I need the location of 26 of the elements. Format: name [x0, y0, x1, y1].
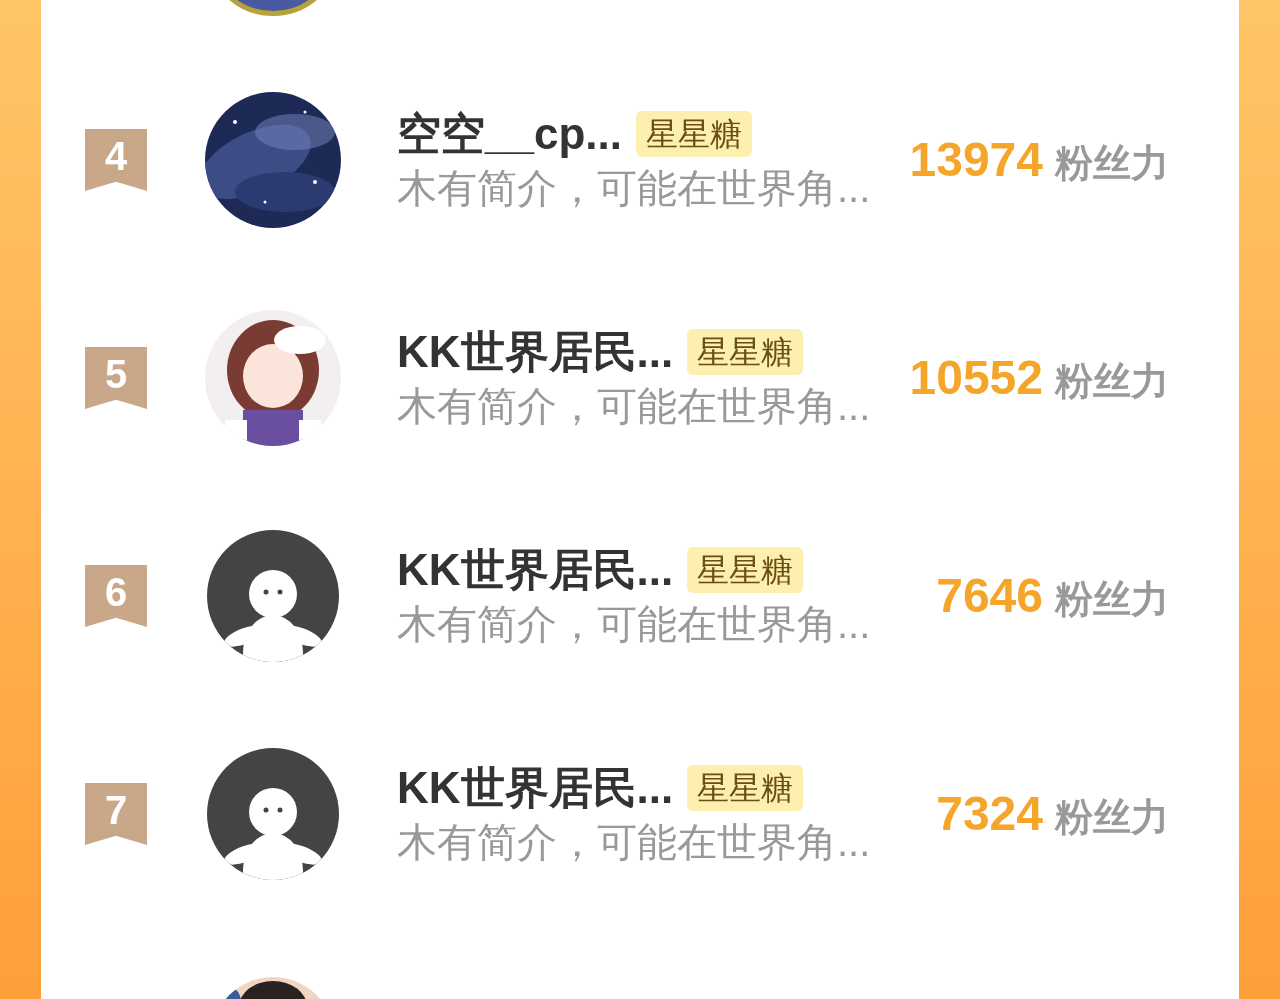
user-bio: 木有简介，可能在世界角...	[397, 383, 872, 430]
fan-score: 13974	[909, 132, 1043, 188]
rank-ribbon: 7	[85, 783, 147, 845]
user-bio: 木有简介，可能在世界角...	[397, 601, 872, 648]
rank-ribbon: 5	[85, 347, 147, 409]
score-unit: 粉丝力	[1055, 141, 1169, 186]
rank-ribbon: 4	[85, 129, 147, 191]
user-name: KK世界居民...	[397, 326, 674, 378]
fan-score: 10552	[909, 350, 1043, 406]
level-tag: 星星糖	[687, 765, 804, 811]
default-avatar-icon	[205, 746, 341, 882]
user-name: KK世界居民...	[397, 544, 674, 596]
level-tag: 星星糖	[687, 547, 804, 593]
level-tag: 星星糖	[687, 329, 804, 375]
user-name: KK世界居民...	[397, 762, 674, 814]
default-avatar-icon	[205, 528, 341, 664]
rank-ribbon: 6	[85, 565, 147, 627]
user-name: 空空__cp...	[397, 108, 622, 160]
fan-score: 7324	[936, 786, 1043, 842]
score-unit: 粉丝力	[1055, 359, 1169, 404]
level-tag: 星星糖	[635, 111, 752, 157]
user-bio: 木有简介，可能在世界角...	[397, 819, 872, 866]
fan-score: 7646	[936, 568, 1043, 624]
user-bio: 木有简介，可能在世界角...	[397, 165, 872, 212]
score-unit: 粉丝力	[1055, 795, 1169, 840]
score-unit: 粉丝力	[1055, 577, 1169, 622]
